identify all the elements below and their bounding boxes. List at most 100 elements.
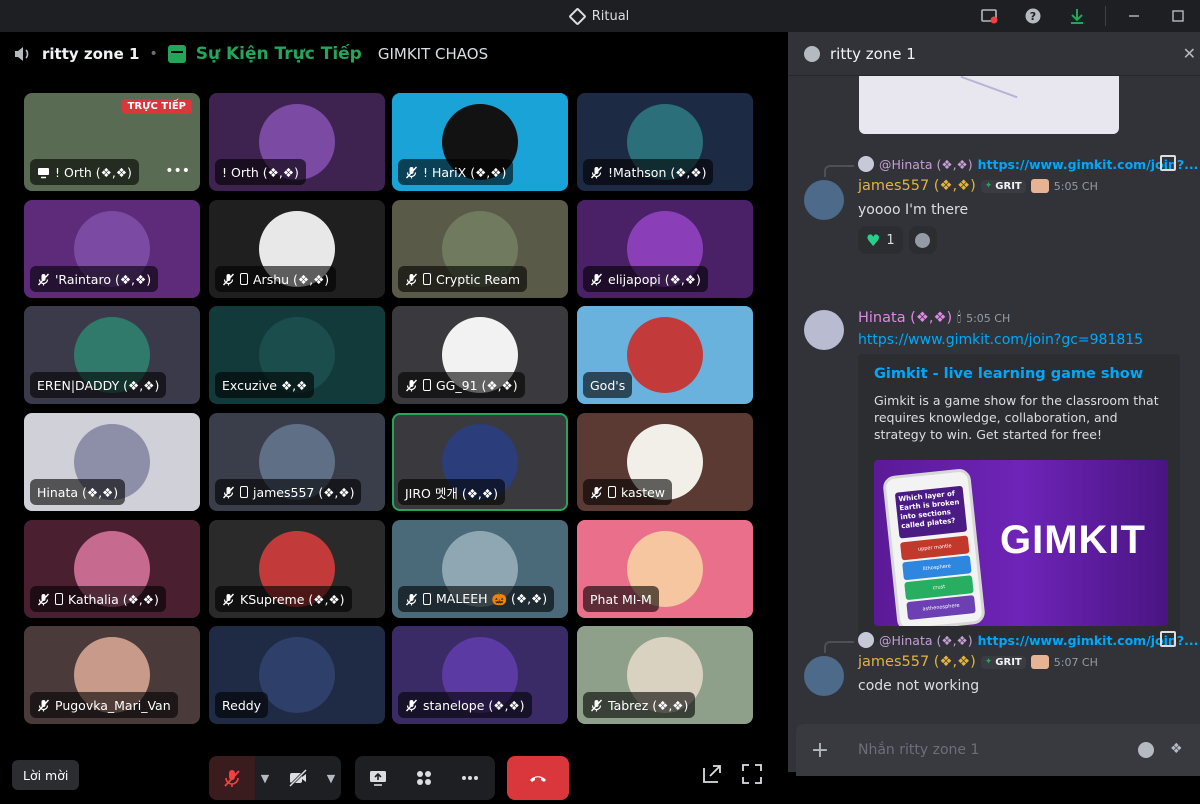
disconnect-button[interactable] xyxy=(507,756,569,800)
participant-tile[interactable]: Arshu (❖,❖) xyxy=(209,200,385,298)
maximize-icon[interactable] xyxy=(1156,0,1200,32)
message-author[interactable]: Hinata (❖,❖) xyxy=(858,310,952,326)
avatar[interactable] xyxy=(804,310,844,350)
share-screen-button[interactable] xyxy=(355,756,401,800)
reply-avatar xyxy=(858,632,874,648)
reply-author[interactable]: @Hinata (❖,❖) xyxy=(879,157,973,172)
participant-tile[interactable]: EREN|DADDY (❖,❖) xyxy=(24,306,200,404)
participant-tile[interactable]: james557 (❖,❖) xyxy=(209,413,385,511)
reply-preview[interactable]: @Hinata (❖,❖) https://www.gimkit.com/joi… xyxy=(858,631,1198,648)
reaction-heart[interactable]: ♥ 1 xyxy=(858,226,903,254)
mic-muted-icon xyxy=(405,593,418,605)
panel-divider[interactable] xyxy=(780,32,788,772)
emoji-picker-icon[interactable] xyxy=(1138,742,1154,758)
camera-off-button[interactable] xyxy=(275,756,321,800)
tile-more-icon[interactable]: ••• xyxy=(165,163,190,179)
close-chat-icon[interactable]: ✕ xyxy=(1183,44,1196,63)
mic-options-chevron-icon[interactable]: ▼ xyxy=(255,772,275,785)
reply-avatar xyxy=(858,156,874,172)
participant-tile[interactable]: Cryptic Ream xyxy=(392,200,568,298)
participant-name: ! HariX (❖,❖) xyxy=(423,164,507,180)
download-icon[interactable] xyxy=(1055,0,1099,32)
mic-muted-icon xyxy=(37,593,50,605)
mic-muted-icon xyxy=(590,486,603,498)
mic-muted-icon xyxy=(37,699,50,711)
participant-tile[interactable]: !Mathson (❖,❖) xyxy=(577,93,753,191)
participant-tile[interactable]: KSupreme (❖,❖) xyxy=(209,520,385,618)
participant-tile[interactable]: Hinata (❖,❖) xyxy=(24,413,200,511)
participant-tile[interactable]: GG_91 (❖,❖) xyxy=(392,306,568,404)
attach-plus-icon[interactable]: + xyxy=(796,738,844,763)
participant-tile[interactable]: Pugovka_Mari_Van xyxy=(24,626,200,724)
apps-icon[interactable]: ❖ xyxy=(1170,741,1188,759)
link-embed: Gimkit - live learning game show Gimkit … xyxy=(858,354,1180,642)
participant-avatar xyxy=(627,317,703,393)
participant-name: elijapopi (❖,❖) xyxy=(608,271,701,287)
participant-tile[interactable]: elijapopi (❖,❖) xyxy=(577,200,753,298)
speaker-icon xyxy=(15,47,29,61)
camera-off-icon xyxy=(288,768,308,788)
invite-button[interactable]: Lời mời xyxy=(12,760,80,790)
activities-rocket-icon xyxy=(417,771,431,785)
help-icon[interactable]: ? xyxy=(1011,0,1055,32)
participant-name: EREN|DADDY (❖,❖) xyxy=(37,377,160,393)
participant-tile[interactable]: ! HariX (❖,❖) xyxy=(392,93,568,191)
participant-tile[interactable]: kastew xyxy=(577,413,753,511)
inbox-icon[interactable] xyxy=(967,0,1011,32)
minimize-icon[interactable] xyxy=(1112,0,1156,32)
quiz-question: Which layer of Earth is broken into sect… xyxy=(894,485,968,539)
voice-channel-name[interactable]: ritty zone 1 xyxy=(42,45,139,63)
add-reaction-icon xyxy=(915,232,931,248)
avatar[interactable] xyxy=(804,656,844,696)
timestamp: 5:07 CH xyxy=(1053,655,1098,669)
embed-image[interactable]: Which layer of Earth is broken into sect… xyxy=(874,460,1168,626)
add-reaction-button[interactable] xyxy=(908,226,937,254)
participant-tile[interactable]: God's xyxy=(577,306,753,404)
mic-muted-button[interactable] xyxy=(209,756,255,800)
participant-tile[interactable]: stanelope (❖,❖) xyxy=(392,626,568,724)
pop-out-icon[interactable] xyxy=(700,762,724,786)
participant-tile[interactable]: TRỰC TIẾP ! Orth (❖,❖) ••• xyxy=(24,93,200,191)
reply-author[interactable]: @Hinata (❖,❖) xyxy=(879,633,973,648)
reply-preview[interactable]: @Hinata (❖,❖) https://www.gimkit.com/joi… xyxy=(858,155,1198,172)
participant-nameplate: Reddy xyxy=(215,692,269,718)
participant-name: Arshu (❖,❖) xyxy=(253,271,330,287)
mic-muted-icon xyxy=(405,273,418,285)
embed-title[interactable]: Gimkit - live learning game show xyxy=(874,366,1168,382)
participant-tile[interactable]: Excuzive ❖,❖ xyxy=(209,306,385,404)
participant-tile[interactable]: Reddy xyxy=(209,626,385,724)
ritual-logo-icon xyxy=(568,6,587,26)
participant-tile[interactable]: MALEEH 🎃 (❖,❖) xyxy=(392,520,568,618)
message-input[interactable]: Nhắn ritty zone 1 xyxy=(858,742,979,758)
more-options-button[interactable] xyxy=(447,756,493,800)
mic-muted-icon xyxy=(590,699,603,711)
message-list[interactable]: @Hinata (❖,❖) https://www.gimkit.com/joi… xyxy=(788,76,1200,716)
activities-button[interactable] xyxy=(401,756,447,800)
participant-tile[interactable]: Tabrez (❖,❖) xyxy=(577,626,753,724)
participant-nameplate: EREN|DADDY (❖,❖) xyxy=(30,372,167,398)
mic-muted-icon xyxy=(37,273,50,285)
message-link[interactable]: https://www.gimkit.com/join?gc=981815 xyxy=(858,332,1143,348)
fullscreen-icon[interactable] xyxy=(740,762,764,786)
avatar[interactable] xyxy=(804,180,844,220)
participant-tile[interactable]: 'Raintaro (❖,❖) xyxy=(24,200,200,298)
participant-tile[interactable]: JIRO 멧개 (❖,❖) xyxy=(392,413,568,511)
message-header: james557 (❖,❖) GRIT 5:07 CH xyxy=(858,654,1098,670)
participant-name: stanelope (❖,❖) xyxy=(423,697,525,713)
participant-tile[interactable]: ! Orth (❖,❖) xyxy=(209,93,385,191)
timestamp: 5:05 CH xyxy=(1053,179,1098,193)
message-author[interactable]: james557 (❖,❖) xyxy=(858,654,976,670)
event-name: GIMKIT CHAOS xyxy=(377,45,489,63)
participant-nameplate: Tabrez (❖,❖) xyxy=(583,692,696,718)
participant-tile[interactable]: Kathalia (❖,❖) xyxy=(24,520,200,618)
attachment-image[interactable] xyxy=(859,76,1119,134)
message-item: @Hinata (❖,❖) https://www.gimkit.com/joi… xyxy=(788,631,1200,712)
guild-tag[interactable]: GRIT xyxy=(980,179,1026,193)
camera-options-chevron-icon[interactable]: ▼ xyxy=(321,772,341,785)
message-author[interactable]: james557 (❖,❖) xyxy=(858,178,976,194)
live-event-label[interactable]: Sự Kiện Trực Tiếp xyxy=(196,44,362,64)
guild-tag[interactable]: GRIT xyxy=(980,655,1026,669)
participant-tile[interactable]: Phat MI-M xyxy=(577,520,753,618)
participant-name: !Mathson (❖,❖) xyxy=(608,164,707,180)
participant-nameplate: Hinata (❖,❖) xyxy=(30,479,126,505)
